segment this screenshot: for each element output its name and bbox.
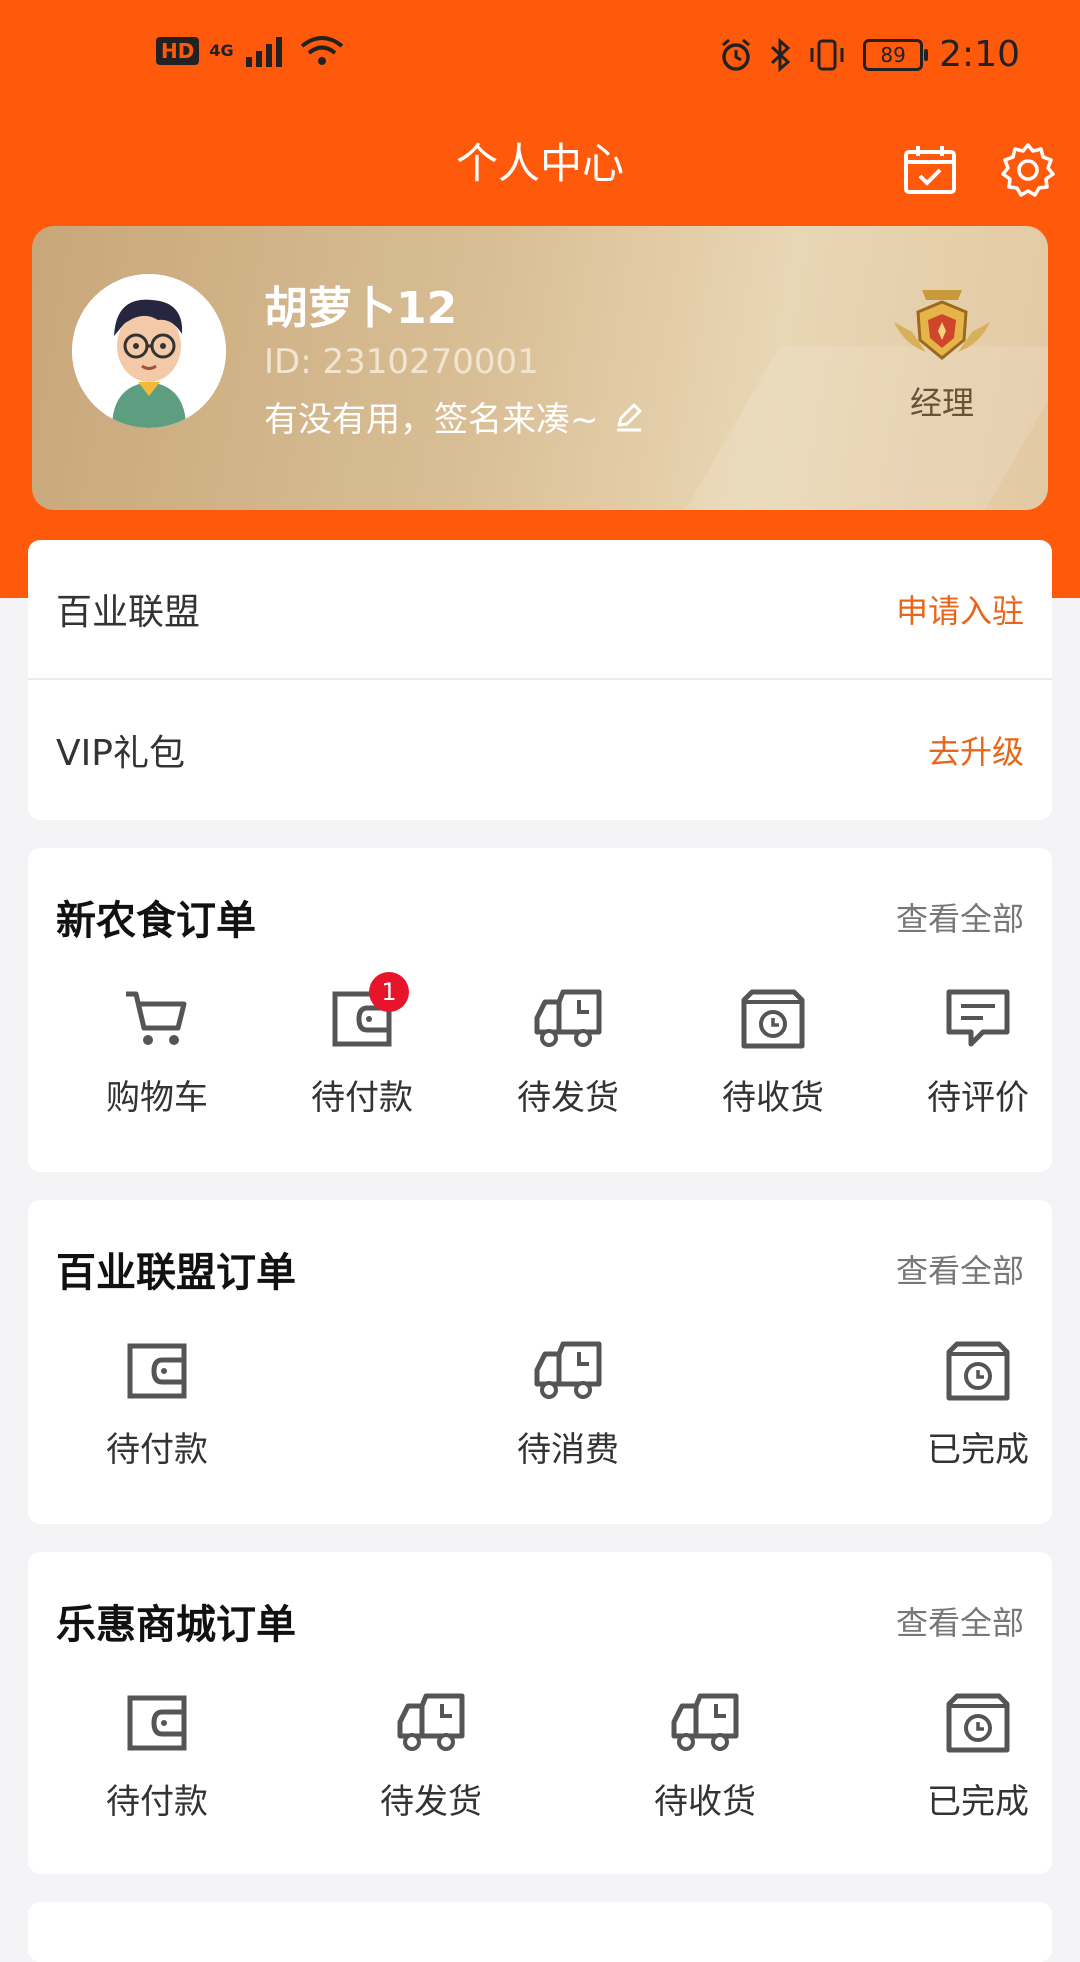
order-item-completed[interactable]: 已完成 [878,1340,1078,1471]
item-label: 待发货 [517,1078,619,1118]
box-clock-icon [738,988,808,1050]
calendar-check-icon[interactable] [902,142,958,198]
network-type: 4G [209,41,234,60]
signature[interactable]: 有没有用，签名来凑~ [264,392,645,441]
alarm-icon [722,38,751,71]
level-badge[interactable]: 经理 [882,286,1002,424]
item-label: 待消费 [517,1430,619,1470]
order-item-pending-receive[interactable]: 待收货 [605,1692,805,1823]
order-item-pending-receive[interactable]: 待收货 [673,988,873,1119]
card-title: 乐惠商城订单 [56,1602,296,1648]
row-label: VIP礼包 [56,733,185,774]
truck-icon [670,1692,740,1754]
row-label: 百业联盟 [56,592,201,633]
gear-icon[interactable] [1000,142,1056,198]
clock: 2:10 [939,34,1020,75]
truck-icon [396,1692,466,1754]
item-label: 已完成 [927,1430,1029,1470]
card-header: 乐惠商城订单 查看全部 [56,1592,1024,1650]
shortcut-rows: 百业联盟 申请入驻 VIP礼包 去升级 [28,540,1052,820]
order-item-completed[interactable]: 已完成 [878,1692,1078,1823]
next-card-peek [28,1902,1052,1962]
user-id: ID: 2310270001 [264,342,539,382]
order-item-pending-review[interactable]: 待评价 [878,988,1078,1119]
bluetooth-icon [771,37,791,72]
hd-indicator: HD [156,37,200,65]
avatar[interactable] [72,274,226,428]
truck-icon [533,988,603,1050]
card-header: 新农食订单 查看全部 [56,888,1024,946]
truck-icon [533,1340,603,1402]
order-card-farm-food: 新农食订单 查看全部 购物车 1 待付款 待发货 待收货 待评价 [28,848,1052,1172]
wifi-icon [300,36,343,65]
signature-text: 有没有用，签名来凑~ [264,400,599,440]
wallet-icon: 1 [327,972,409,1050]
order-item-pending-ship[interactable]: 待发货 [468,988,668,1119]
box-clock-icon [943,1692,1013,1754]
view-all-link[interactable]: 查看全部 [896,1598,1024,1644]
order-card-mall: 乐惠商城订单 查看全部 待付款 待发货 待收货 已完成 [28,1552,1052,1874]
order-item-pending-payment[interactable]: 待付款 [57,1692,257,1823]
view-all-link[interactable]: 查看全部 [896,894,1024,940]
order-item-cart[interactable]: 购物车 [57,988,257,1119]
status-bar: HD 4G 89 2:10 [0,0,1080,110]
vibrate-icon [810,39,844,70]
item-label: 待发货 [380,1782,482,1822]
user-name: 胡萝卜12 [264,283,458,334]
view-all-link[interactable]: 查看全部 [896,1246,1024,1292]
row-vip[interactable]: VIP礼包 去升级 [28,680,1052,820]
count-badge: 1 [369,972,409,1012]
level-label: 经理 [909,384,974,422]
card-title: 新农食订单 [56,898,256,944]
battery-indicator: 89 [863,38,929,71]
card-title: 百业联盟订单 [56,1250,296,1296]
item-label: 已完成 [927,1782,1029,1822]
edit-icon[interactable] [613,401,645,433]
cart-icon [122,988,192,1050]
status-left: HD 4G [156,34,344,68]
profile-card[interactable]: 胡萝卜12 ID: 2310270001 有没有用，签名来凑~ 经理 [32,226,1048,510]
item-label: 待收货 [654,1782,756,1822]
upgrade-link[interactable]: 去升级 [928,727,1024,773]
order-item-pending-payment[interactable]: 1 待付款 [262,972,462,1119]
item-label: 待收货 [722,1078,824,1118]
order-item-pending-ship[interactable]: 待发货 [331,1692,531,1823]
apply-join-link[interactable]: 申请入驻 [896,586,1024,632]
order-item-pending-consume[interactable]: 待消费 [468,1340,668,1471]
box-clock-icon [943,1340,1013,1402]
row-alliance[interactable]: 百业联盟 申请入驻 [28,540,1052,680]
wallet-icon [122,1340,192,1402]
comment-icon [943,988,1013,1050]
order-card-alliance: 百业联盟订单 查看全部 待付款 待消费 已完成 [28,1200,1052,1524]
order-item-pending-payment[interactable]: 待付款 [57,1340,257,1471]
item-label: 待付款 [311,1078,413,1118]
card-header: 百业联盟订单 查看全部 [56,1240,1024,1298]
item-label: 购物车 [106,1078,208,1118]
item-label: 待付款 [106,1430,208,1470]
signal-icon [245,37,282,67]
wallet-icon [122,1692,192,1754]
item-label: 待评价 [927,1078,1029,1118]
medal-icon [894,290,990,360]
item-label: 待付款 [106,1782,208,1822]
status-right: 89 2:10 [719,34,1020,75]
